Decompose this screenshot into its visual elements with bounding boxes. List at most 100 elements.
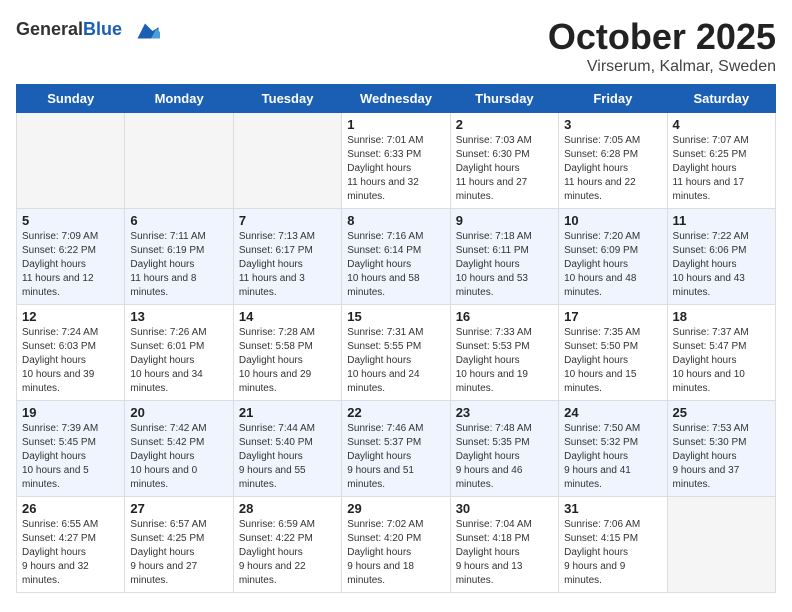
calendar-cell: 20Sunrise: 7:42 AMSunset: 5:42 PMDayligh… xyxy=(125,401,233,497)
weekday-header-row: SundayMondayTuesdayWednesdayThursdayFrid… xyxy=(17,85,776,113)
calendar-cell xyxy=(125,113,233,209)
day-detail: Sunrise: 7:53 AMSunset: 5:30 PMDaylight … xyxy=(673,422,770,492)
day-number: 9 xyxy=(456,213,553,228)
weekday-header-thursday: Thursday xyxy=(450,85,558,113)
day-detail: Sunrise: 7:48 AMSunset: 5:35 PMDaylight … xyxy=(456,422,553,492)
day-detail: Sunrise: 7:31 AMSunset: 5:55 PMDaylight … xyxy=(347,326,444,396)
calendar-cell: 9 Sunrise: 7:18 AMSunset: 6:11 PMDaylight… xyxy=(450,209,558,305)
calendar-cell: 6 Sunrise: 7:11 AMSunset: 6:19 PMDaylight… xyxy=(125,209,233,305)
day-detail: Sunrise: 7:11 AMSunset: 6:19 PMDaylight … xyxy=(130,230,227,300)
week-row-1: 1 Sunrise: 7:01 AMSunset: 6:33 PMDaylight… xyxy=(17,113,776,209)
title-area: October 2025 Virserum, Kalmar, Sweden xyxy=(548,16,776,76)
day-detail: Sunrise: 7:03 AMSunset: 6:30 PMDaylight … xyxy=(456,134,553,204)
day-number: 27 xyxy=(130,501,227,516)
weekday-header-monday: Monday xyxy=(125,85,233,113)
day-number: 2 xyxy=(456,117,553,132)
day-detail: Sunrise: 6:57 AMSunset: 4:25 PMDaylight … xyxy=(130,518,227,588)
calendar-cell: 15 Sunrise: 7:31 AMSunset: 5:55 PMDayligh… xyxy=(342,305,450,401)
day-detail: Sunrise: 6:55 AMSunset: 4:27 PMDaylight … xyxy=(22,518,119,588)
calendar-cell: 24Sunrise: 7:50 AMSunset: 5:32 PMDayligh… xyxy=(559,401,667,497)
calendar-cell: 4 Sunrise: 7:07 AMSunset: 6:25 PMDaylight… xyxy=(667,113,775,209)
day-number: 15 xyxy=(347,309,444,324)
day-number: 10 xyxy=(564,213,661,228)
calendar-cell: 10 Sunrise: 7:20 AMSunset: 6:09 PMDayligh… xyxy=(559,209,667,305)
day-number: 21 xyxy=(239,405,336,420)
day-detail: Sunrise: 7:35 AMSunset: 5:50 PMDaylight … xyxy=(564,326,661,396)
day-number: 7 xyxy=(239,213,336,228)
calendar-cell: 18 Sunrise: 7:37 AMSunset: 5:47 PMDayligh… xyxy=(667,305,775,401)
weekday-header-friday: Friday xyxy=(559,85,667,113)
day-detail: Sunrise: 7:39 AMSunset: 5:45 PMDaylight … xyxy=(22,422,119,492)
day-detail: Sunrise: 7:04 AMSunset: 4:18 PMDaylight … xyxy=(456,518,553,588)
calendar-cell: 26 Sunrise: 6:55 AMSunset: 4:27 PMDayligh… xyxy=(17,497,125,593)
month-title: October 2025 xyxy=(548,16,776,58)
calendar-cell xyxy=(17,113,125,209)
day-number: 4 xyxy=(673,117,770,132)
day-number: 8 xyxy=(347,213,444,228)
day-detail: Sunrise: 7:37 AMSunset: 5:47 PMDaylight … xyxy=(673,326,770,396)
day-detail: Sunrise: 7:05 AMSunset: 6:28 PMDaylight … xyxy=(564,134,661,204)
location-title: Virserum, Kalmar, Sweden xyxy=(548,58,776,76)
day-number: 28 xyxy=(239,501,336,516)
calendar-cell: 28Sunrise: 6:59 AMSunset: 4:22 PMDayligh… xyxy=(233,497,341,593)
day-number: 3 xyxy=(564,117,661,132)
calendar-cell: 16Sunrise: 7:33 AMSunset: 5:53 PMDayligh… xyxy=(450,305,558,401)
day-number: 20 xyxy=(130,405,227,420)
day-number: 22 xyxy=(347,405,444,420)
day-number: 23 xyxy=(456,405,553,420)
day-number: 13 xyxy=(130,309,227,324)
day-number: 26 xyxy=(22,501,119,516)
logo-blue: Blue xyxy=(83,19,122,39)
day-detail: Sunrise: 7:44 AMSunset: 5:40 PMDaylight … xyxy=(239,422,336,492)
day-detail: Sunrise: 7:26 AMSunset: 6:01 PMDaylight … xyxy=(130,326,227,396)
calendar-cell: 30Sunrise: 7:04 AMSunset: 4:18 PMDayligh… xyxy=(450,497,558,593)
day-number: 19 xyxy=(22,405,119,420)
calendar-cell: 31 Sunrise: 7:06 AMSunset: 4:15 PMDayligh… xyxy=(559,497,667,593)
logo-icon xyxy=(130,16,160,46)
calendar-cell: 1 Sunrise: 7:01 AMSunset: 6:33 PMDaylight… xyxy=(342,113,450,209)
day-number: 25 xyxy=(673,405,770,420)
day-number: 5 xyxy=(22,213,119,228)
week-row-4: 19 Sunrise: 7:39 AMSunset: 5:45 PMDayligh… xyxy=(17,401,776,497)
day-number: 11 xyxy=(673,213,770,228)
day-detail: Sunrise: 7:22 AMSunset: 6:06 PMDaylight … xyxy=(673,230,770,300)
day-detail: Sunrise: 7:13 AMSunset: 6:17 PMDaylight … xyxy=(239,230,336,300)
calendar-cell: 13 Sunrise: 7:26 AMSunset: 6:01 PMDayligh… xyxy=(125,305,233,401)
day-detail: Sunrise: 7:20 AMSunset: 6:09 PMDaylight … xyxy=(564,230,661,300)
calendar-cell: 14 Sunrise: 7:28 AMSunset: 5:58 PMDayligh… xyxy=(233,305,341,401)
calendar-cell: 21 Sunrise: 7:44 AMSunset: 5:40 PMDayligh… xyxy=(233,401,341,497)
calendar-cell: 17 Sunrise: 7:35 AMSunset: 5:50 PMDayligh… xyxy=(559,305,667,401)
calendar-table: SundayMondayTuesdayWednesdayThursdayFrid… xyxy=(16,84,776,593)
week-row-3: 12Sunrise: 7:24 AMSunset: 6:03 PMDayligh… xyxy=(17,305,776,401)
calendar-cell: 29Sunrise: 7:02 AMSunset: 4:20 PMDayligh… xyxy=(342,497,450,593)
day-detail: Sunrise: 7:06 AMSunset: 4:15 PMDaylight … xyxy=(564,518,661,588)
calendar-cell: 3 Sunrise: 7:05 AMSunset: 6:28 PMDaylight… xyxy=(559,113,667,209)
day-detail: Sunrise: 7:09 AMSunset: 6:22 PMDaylight … xyxy=(22,230,119,300)
day-number: 6 xyxy=(130,213,227,228)
calendar-cell: 11 Sunrise: 7:22 AMSunset: 6:06 PMDayligh… xyxy=(667,209,775,305)
day-number: 14 xyxy=(239,309,336,324)
logo: GeneralBlue xyxy=(16,16,160,46)
weekday-header-saturday: Saturday xyxy=(667,85,775,113)
day-detail: Sunrise: 7:07 AMSunset: 6:25 PMDaylight … xyxy=(673,134,770,204)
day-detail: Sunrise: 7:28 AMSunset: 5:58 PMDaylight … xyxy=(239,326,336,396)
calendar-cell: 2 Sunrise: 7:03 AMSunset: 6:30 PMDaylight… xyxy=(450,113,558,209)
day-number: 1 xyxy=(347,117,444,132)
day-number: 29 xyxy=(347,501,444,516)
day-number: 17 xyxy=(564,309,661,324)
calendar-cell: 22Sunrise: 7:46 AMSunset: 5:37 PMDayligh… xyxy=(342,401,450,497)
calendar-cell: 12Sunrise: 7:24 AMSunset: 6:03 PMDayligh… xyxy=(17,305,125,401)
day-detail: Sunrise: 7:33 AMSunset: 5:53 PMDaylight … xyxy=(456,326,553,396)
day-detail: Sunrise: 7:01 AMSunset: 6:33 PMDaylight … xyxy=(347,134,444,204)
logo-general: General xyxy=(16,19,83,39)
calendar-cell: 27 Sunrise: 6:57 AMSunset: 4:25 PMDayligh… xyxy=(125,497,233,593)
day-number: 31 xyxy=(564,501,661,516)
week-row-2: 5 Sunrise: 7:09 AMSunset: 6:22 PMDaylight… xyxy=(17,209,776,305)
day-detail: Sunrise: 7:18 AMSunset: 6:11 PMDaylight … xyxy=(456,230,553,300)
day-detail: Sunrise: 7:50 AMSunset: 5:32 PMDaylight … xyxy=(564,422,661,492)
calendar-cell: 23 Sunrise: 7:48 AMSunset: 5:35 PMDayligh… xyxy=(450,401,558,497)
day-number: 18 xyxy=(673,309,770,324)
page-header: GeneralBlue October 2025 Virserum, Kalma… xyxy=(16,16,776,76)
calendar-cell xyxy=(233,113,341,209)
weekday-header-sunday: Sunday xyxy=(17,85,125,113)
